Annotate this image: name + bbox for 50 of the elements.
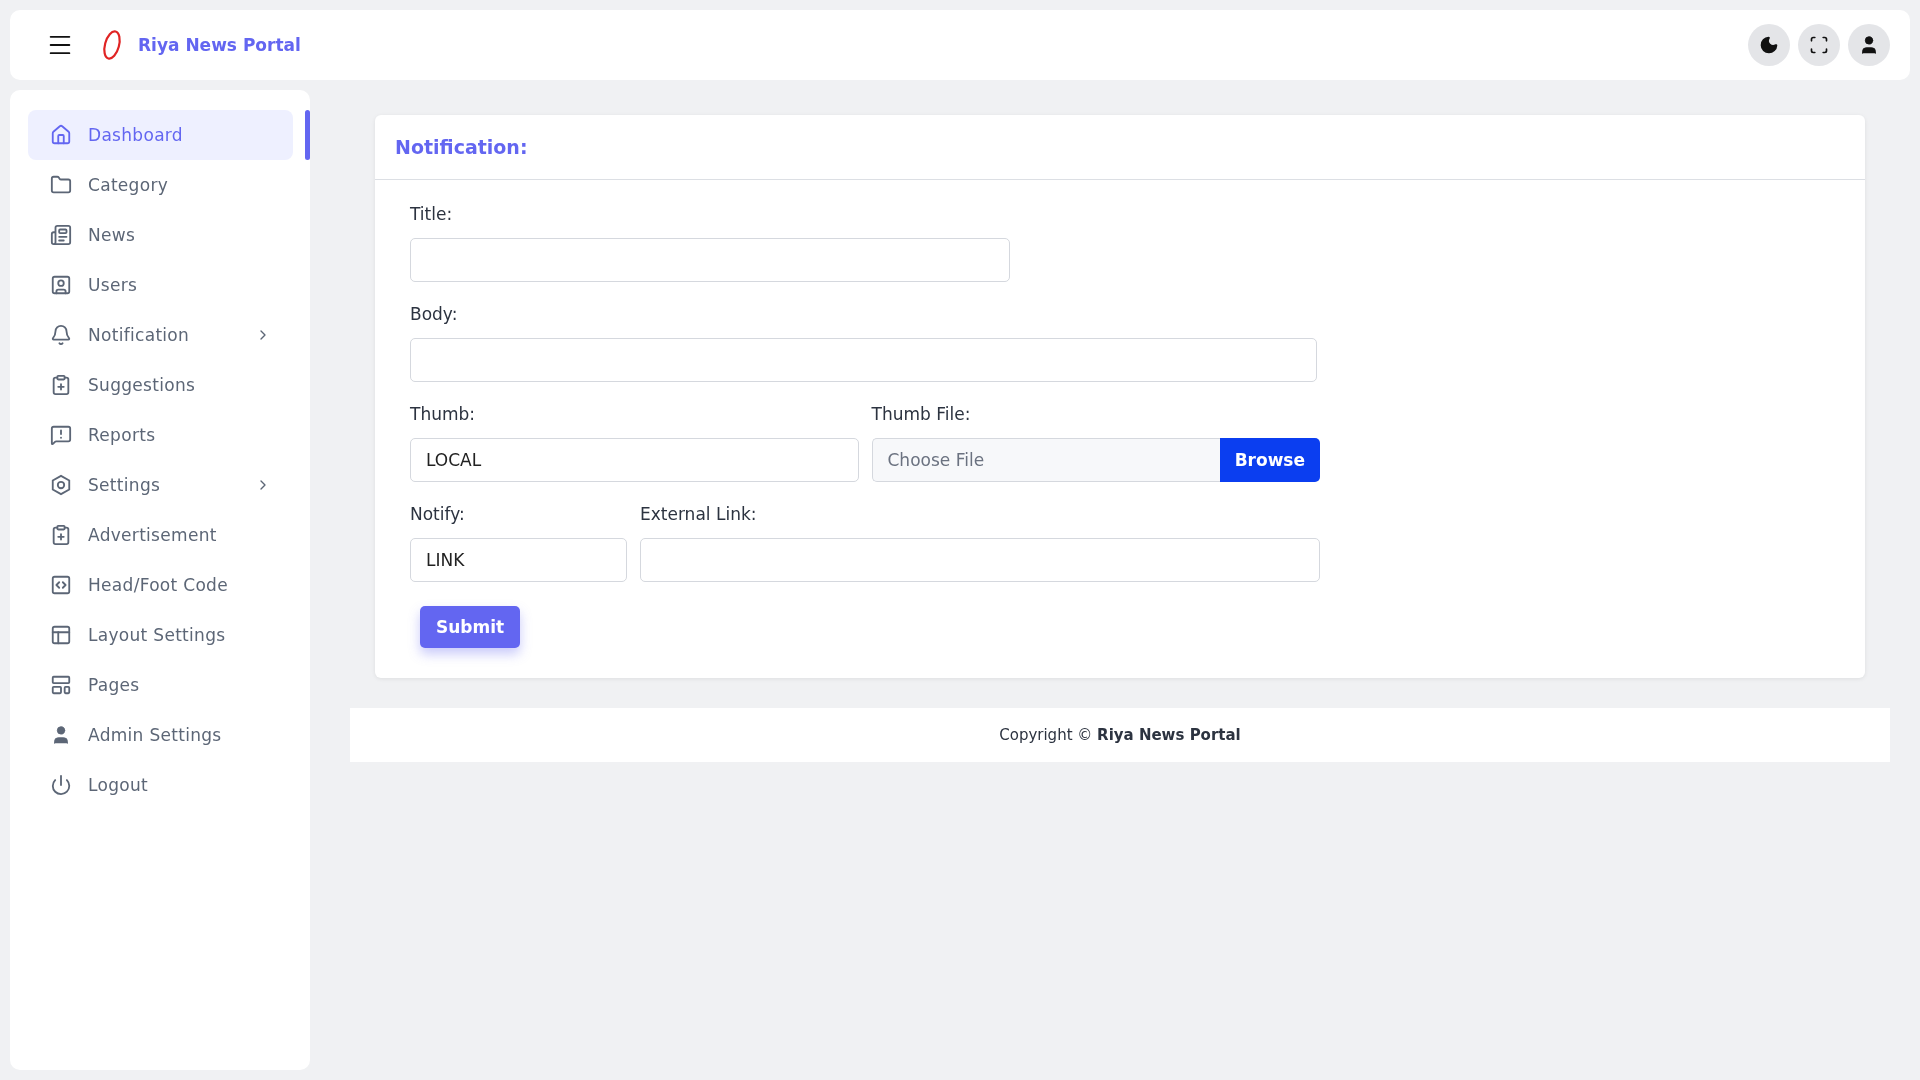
page-icon — [50, 674, 72, 696]
profile-button[interactable] — [1848, 24, 1890, 66]
fullscreen-icon — [1809, 35, 1829, 55]
sidebar-item[interactable]: Category — [28, 160, 293, 210]
copyright-text: Copyright © Riya News Portal — [999, 726, 1241, 744]
layout-icon — [50, 624, 72, 646]
logo-icon — [100, 28, 124, 62]
sidebar-item[interactable]: Settings — [28, 460, 293, 510]
sidebar-item[interactable]: News — [28, 210, 293, 260]
field-label: Title: — [410, 204, 454, 224]
input-field[interactable] — [410, 338, 1317, 382]
sidebar-item[interactable]: Head/Foot Code — [28, 560, 293, 610]
input-field[interactable]: LINK — [410, 538, 627, 582]
field-label: Body: — [410, 304, 459, 324]
sidebar-item[interactable]: Suggestions — [28, 360, 293, 410]
input-field[interactable]: LOCAL — [410, 438, 859, 482]
browse-button[interactable]: Browse — [1219, 438, 1320, 482]
folder-icon — [50, 174, 72, 196]
input-field[interactable] — [640, 538, 1320, 582]
sidebar-item[interactable]: Dashboard — [28, 110, 293, 160]
power-icon — [50, 774, 72, 796]
home-icon — [50, 124, 72, 146]
message-alert-icon — [50, 424, 72, 446]
sidebar-item[interactable]: Pages — [28, 660, 293, 710]
clipboard-plus-icon — [50, 524, 72, 546]
site-title: Riya News Portal — [138, 35, 301, 55]
newspaper-icon — [50, 224, 72, 246]
sidebar-item[interactable]: Logout — [28, 760, 293, 810]
settings-icon — [50, 474, 72, 496]
sidebar-item[interactable]: Users — [28, 260, 293, 310]
sidebar-item[interactable]: Layout Settings — [28, 610, 293, 660]
fullscreen-button[interactable] — [1798, 24, 1840, 66]
theme-toggle-button[interactable] — [1748, 24, 1790, 66]
field-label: Thumb: — [410, 404, 476, 424]
sidebar-item[interactable]: Notification — [28, 310, 293, 360]
field-label: Thumb File: — [871, 404, 972, 424]
contact-card-icon — [50, 274, 72, 296]
sidebar-item[interactable]: Reports — [28, 410, 293, 460]
input-field[interactable] — [410, 238, 1010, 282]
sidebar-item[interactable]: Admin Settings — [28, 710, 293, 760]
field-label: External Link: — [640, 504, 758, 524]
field-label: Notify: — [410, 504, 466, 524]
file-input-field[interactable]: Choose File — [871, 438, 1220, 482]
submit-button[interactable]: Submit — [420, 606, 521, 648]
sidebar-item[interactable]: Advertisement — [28, 510, 293, 560]
card-title: Notification: — [395, 136, 528, 158]
bell-icon — [50, 324, 72, 346]
clipboard-plus-icon — [50, 374, 72, 396]
code-icon — [50, 574, 72, 596]
moon-icon — [1759, 35, 1779, 55]
